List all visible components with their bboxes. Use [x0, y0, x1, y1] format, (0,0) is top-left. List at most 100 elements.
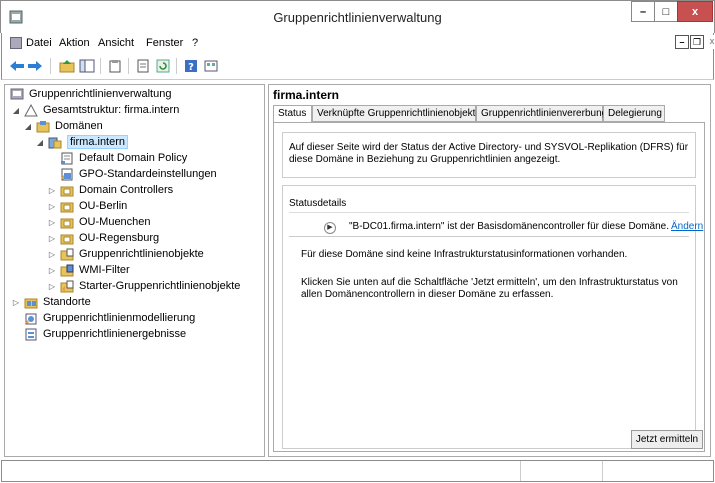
show-tree-icon[interactable]	[78, 58, 96, 74]
mdi-restore-button[interactable]: ❐	[690, 35, 704, 49]
window-title: Gruppenrichtlinienverwaltung	[273, 10, 442, 25]
status-details-header: Statusdetails	[289, 198, 347, 209]
collapse-arrow-icon[interactable]: ◢	[11, 106, 21, 115]
tree-label: Gruppenrichtlinienmodellierung	[43, 312, 196, 324]
modeling-icon	[23, 311, 39, 325]
collapse-arrow-icon[interactable]: ◢	[23, 122, 33, 131]
tab-linked-gpos[interactable]: Verknüpfte Gruppenrichtlinienobjekte	[312, 105, 481, 122]
domain-icon	[47, 135, 63, 149]
back-icon[interactable]	[8, 58, 26, 74]
mdi-minimize-button[interactable]: –	[675, 35, 689, 49]
tree-node-domain-controllers[interactable]: ▷ Domain Controllers	[47, 182, 173, 198]
tree-label: Gruppenrichtlinienobjekte	[79, 248, 204, 260]
tree-label: Domänen	[55, 120, 103, 132]
refresh-icon[interactable]	[154, 58, 172, 74]
up-folder-icon[interactable]	[58, 58, 76, 74]
tree-label: Domain Controllers	[79, 184, 174, 196]
tree-label: OU-Berlin	[79, 200, 128, 212]
status-details-group: Statusdetails ▶ "B-DC01.firma.intern" is…	[282, 185, 703, 449]
change-dc-link[interactable]: Ändern	[671, 221, 703, 232]
sites-icon	[23, 295, 39, 309]
status-bar	[1, 460, 714, 482]
expand-arrow-icon[interactable]: ▷	[47, 266, 57, 275]
mdi-close-button[interactable]: x	[705, 35, 715, 49]
expand-circle-icon[interactable]: ▶	[324, 222, 336, 234]
divider	[289, 236, 689, 237]
tree-label: OU-Regensburg	[79, 232, 160, 244]
forward-icon[interactable]	[26, 58, 44, 74]
no-status-note: Für diese Domäne sind keine Infrastruktu…	[301, 249, 628, 260]
close-button[interactable]: x	[677, 1, 713, 22]
tree-label: OU-Muenchen	[79, 216, 151, 228]
ou-icon	[59, 231, 75, 245]
tree-node-wmi-filter[interactable]: ▷ WMI-Filter	[47, 262, 130, 278]
ou-icon	[59, 199, 75, 213]
detect-now-button[interactable]: Jetzt ermitteln	[631, 430, 703, 449]
menu-help[interactable]: ?	[192, 37, 198, 49]
tree-label: Gruppenrichtlinienverwaltung	[29, 88, 172, 100]
tree-label: firma.intern	[67, 135, 129, 149]
maximize-button[interactable]: □	[654, 1, 678, 22]
tree-node-sites[interactable]: ▷ Standorte	[11, 294, 91, 310]
clipboard-icon[interactable]	[106, 58, 124, 74]
details-pane: firma.intern Status Verknüpfte Gruppenri…	[268, 84, 711, 457]
wmi-folder-icon	[59, 263, 75, 277]
menu-datei[interactable]: Datei	[26, 37, 52, 49]
tree-node-ou-regensburg[interactable]: ▷ OU-Regensburg	[47, 230, 159, 246]
tree-node-domain[interactable]: ◢ firma.intern	[35, 134, 129, 150]
svg-text:?: ?	[188, 62, 194, 73]
tree-label: WMI-Filter	[79, 264, 130, 276]
expand-arrow-icon[interactable]: ▷	[47, 218, 57, 227]
tree-node-modeling[interactable]: Gruppenrichtlinienmodellierung	[23, 310, 195, 326]
tab-inheritance[interactable]: Gruppenrichtlinienvererbung	[476, 105, 607, 122]
tree-label: GPO-Standardeinstellungen	[79, 168, 217, 180]
tree-label: Standorte	[43, 296, 91, 308]
expand-arrow-icon[interactable]: ▷	[11, 298, 21, 307]
tree-node-default-domain-policy[interactable]: Default Domain Policy	[59, 150, 187, 166]
tree-label: Default Domain Policy	[79, 152, 188, 164]
view-icon[interactable]	[202, 58, 220, 74]
help-icon[interactable]: ?	[182, 58, 200, 74]
status-segment	[602, 461, 603, 481]
tree-label: Gesamtstruktur: firma.intern	[43, 104, 180, 116]
expand-arrow-icon[interactable]: ▷	[47, 250, 57, 259]
node-title: firma.intern	[273, 88, 340, 102]
menu-aktion[interactable]: Aktion	[59, 37, 90, 49]
console-icon	[9, 87, 25, 101]
results-icon	[23, 327, 39, 341]
properties-icon[interactable]	[134, 58, 152, 74]
tree-node-gpo-container[interactable]: ▷ Gruppenrichtlinienobjekte	[47, 246, 204, 262]
expand-arrow-icon[interactable]: ▷	[47, 282, 57, 291]
system-menu-icon[interactable]	[10, 37, 22, 49]
detect-instructions: Klicken Sie unten auf die Schaltfläche '…	[301, 277, 678, 300]
minimize-button[interactable]: –	[631, 1, 655, 22]
menu-ansicht[interactable]: Ansicht	[98, 37, 134, 49]
expand-arrow-icon[interactable]: ▷	[47, 234, 57, 243]
gpo-link-icon	[59, 151, 75, 165]
title-bar: Gruppenrichtlinienverwaltung – □ x	[0, 0, 715, 33]
tree-node-domains[interactable]: ◢ Domänen	[23, 118, 103, 134]
forest-icon	[23, 103, 39, 117]
divider	[289, 212, 689, 213]
status-tab-panel: Auf dieser Seite wird der Status der Act…	[273, 122, 705, 452]
ou-icon	[59, 183, 75, 197]
tab-status[interactable]: Status	[273, 105, 312, 123]
tree-node-forest[interactable]: ◢ Gesamtstruktur: firma.intern	[11, 102, 179, 118]
toolbar: ?	[1, 53, 714, 80]
gpo-defaults-icon	[59, 167, 75, 181]
domains-icon	[35, 119, 51, 133]
tree-node-starter-gpos[interactable]: ▷ Starter-Gruppenrichtlinienobjekte	[47, 278, 240, 294]
menu-bar: Datei Aktion Ansicht Fenster ? – ❐ x	[1, 33, 715, 53]
tree-node-ou-berlin[interactable]: ▷ OU-Berlin	[47, 198, 127, 214]
tab-delegation[interactable]: Delegierung	[603, 105, 665, 122]
tree-node-results[interactable]: Gruppenrichtlinienergebnisse	[23, 326, 186, 342]
gpo-folder-icon	[59, 247, 75, 261]
expand-arrow-icon[interactable]: ▷	[47, 202, 57, 211]
tree-node-ou-muenchen[interactable]: ▷ OU-Muenchen	[47, 214, 151, 230]
status-segment	[520, 461, 521, 481]
tree-node-gpo-defaults[interactable]: GPO-Standardeinstellungen	[59, 166, 217, 182]
expand-arrow-icon[interactable]: ▷	[47, 186, 57, 195]
collapse-arrow-icon[interactable]: ◢	[35, 138, 45, 147]
menu-fenster[interactable]: Fenster	[146, 37, 183, 49]
tree-node-root[interactable]: Gruppenrichtlinienverwaltung	[9, 86, 171, 102]
